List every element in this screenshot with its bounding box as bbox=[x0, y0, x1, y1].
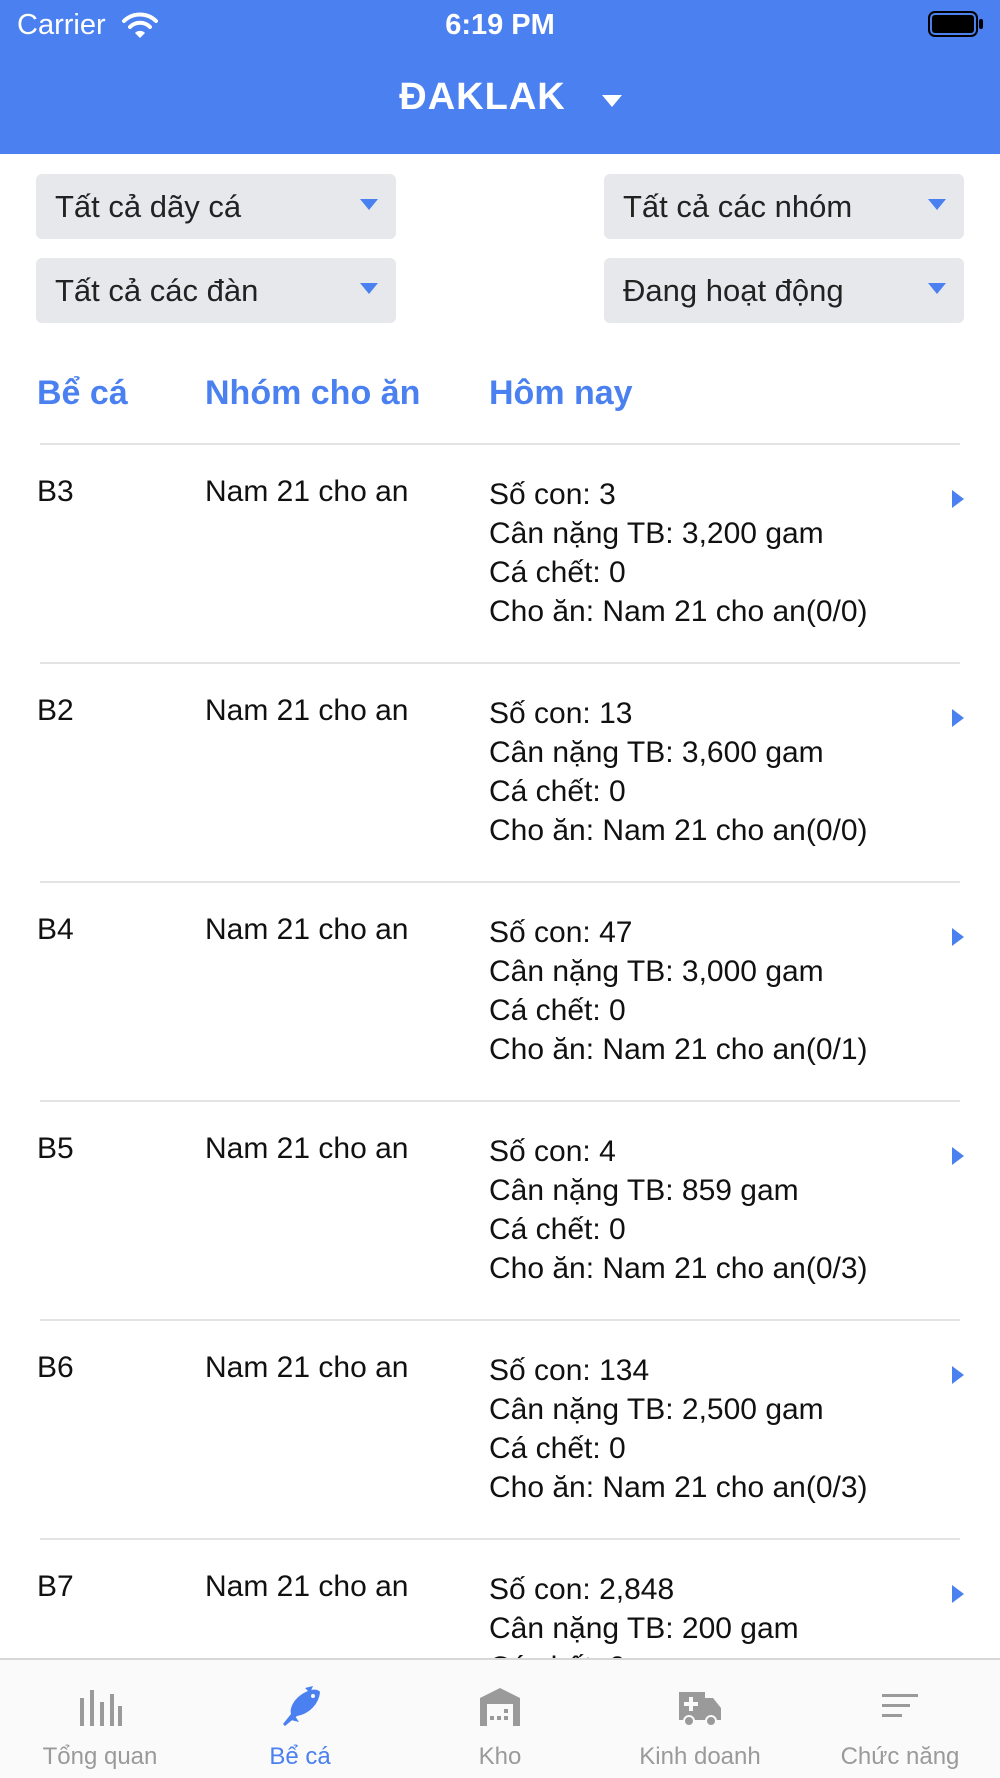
today-summary: Số con: 4 Cân nặng TB: 859 gam Cá chết: … bbox=[489, 1132, 868, 1288]
tank-name: B6 bbox=[37, 1351, 74, 1384]
average-weight: Cân nặng TB: 3,200 gam bbox=[489, 517, 824, 550]
group-filter-label: Tất cả các nhóm bbox=[623, 189, 853, 224]
column-header-tank: Bể cá bbox=[37, 374, 128, 412]
caret-down-icon bbox=[928, 199, 946, 210]
dead-fish: Cá chết: 0 bbox=[489, 1213, 626, 1246]
feeding-status: Cho ăn: Nam 21 cho an(0/1) bbox=[489, 1033, 868, 1066]
average-weight: Cân nặng TB: 3,000 gam bbox=[489, 955, 824, 988]
dead-fish: Cá chết: 0 bbox=[489, 1432, 626, 1465]
today-summary: Số con: 47 Cân nặng TB: 3,000 gam Cá chế… bbox=[489, 913, 868, 1069]
today-summary: Số con: 3 Cân nặng TB: 3,200 gam Cá chết… bbox=[489, 475, 868, 631]
fish-icon bbox=[283, 1686, 320, 1726]
tab-fish-tanks[interactable]: Bể cá bbox=[200, 1660, 400, 1778]
region-selector[interactable]: ĐAKLAK bbox=[0, 76, 1000, 128]
table-row[interactable]: B4 Nam 21 cho an Số con: 47 Cân nặng TB:… bbox=[0, 883, 1000, 1102]
tab-label: Kho bbox=[478, 1743, 522, 1770]
clock: 6:19 PM bbox=[445, 9, 555, 41]
bar-chart-icon bbox=[80, 1690, 122, 1726]
average-weight: Cân nặng TB: 859 gam bbox=[489, 1174, 799, 1207]
tank-name: B2 bbox=[37, 694, 74, 727]
dead-fish: Cá chết: 0 bbox=[489, 775, 626, 808]
feeding-group: Nam 21 cho an bbox=[205, 1132, 409, 1165]
menu-lines-icon bbox=[882, 1694, 918, 1717]
page-title: ĐAKLAK bbox=[399, 76, 566, 118]
feeding-status: Cho ăn: Nam 21 cho an(0/0) bbox=[489, 595, 868, 628]
warehouse-icon bbox=[480, 1688, 520, 1726]
battery-icon bbox=[928, 11, 983, 37]
average-weight: Cân nặng TB: 200 gam bbox=[489, 1612, 799, 1645]
chevron-right-icon bbox=[952, 490, 964, 508]
fish-count: Số con: 4 bbox=[489, 1135, 616, 1168]
caret-down-icon bbox=[928, 283, 946, 294]
dead-fish: Cá chết: 0 bbox=[489, 994, 626, 1027]
feeding-group: Nam 21 cho an bbox=[205, 475, 409, 508]
fish-count: Số con: 47 bbox=[489, 916, 633, 949]
caret-down-icon bbox=[602, 95, 622, 107]
tab-label: Kinh doanh bbox=[639, 1743, 761, 1770]
feeding-status: Cho ăn: Nam 21 cho an(0/3) bbox=[489, 1471, 868, 1504]
tab-overview[interactable]: Tổng quan bbox=[0, 1660, 200, 1778]
chevron-right-icon bbox=[952, 1585, 964, 1603]
bottom-tab-bar: Tổng quan Bể cá Kho Kinh doanh Chức năng bbox=[0, 1658, 1000, 1778]
fish-count: Số con: 3 bbox=[489, 478, 616, 511]
table-row[interactable]: B7 Nam 21 cho an Số con: 2,848 Cân nặng … bbox=[0, 1540, 1000, 1658]
caret-down-icon bbox=[360, 283, 378, 294]
tank-name: B4 bbox=[37, 913, 74, 946]
tank-name: B7 bbox=[37, 1570, 74, 1603]
fish-count: Số con: 13 bbox=[489, 697, 633, 730]
dead-fish: Cá chết: 0 bbox=[489, 556, 626, 589]
feeding-status: Cho ăn: Nam 21 cho an(0/0) bbox=[489, 814, 868, 847]
tank-name: B5 bbox=[37, 1132, 74, 1165]
chevron-right-icon bbox=[952, 709, 964, 727]
dead-fish: Cá chết: 0 bbox=[489, 1648, 799, 1658]
tab-warehouse[interactable]: Kho bbox=[400, 1660, 600, 1778]
average-weight: Cân nặng TB: 2,500 gam bbox=[489, 1393, 824, 1426]
caret-down-icon bbox=[360, 199, 378, 210]
status-filter-label: Đang hoạt động bbox=[623, 273, 844, 308]
app-header: Carrier 6:19 PM ĐAKLAK bbox=[0, 0, 1000, 154]
group-filter[interactable]: Tất cả các nhóm bbox=[604, 174, 964, 239]
column-header-today: Hôm nay bbox=[489, 374, 633, 412]
today-summary: Số con: 134 Cân nặng TB: 2,500 gam Cá ch… bbox=[489, 1351, 868, 1507]
table-row[interactable]: B2 Nam 21 cho an Số con: 13 Cân nặng TB:… bbox=[0, 664, 1000, 883]
fish-line-filter-label: Tất cả dãy cá bbox=[55, 189, 242, 224]
feeding-group: Nam 21 cho an bbox=[205, 1570, 409, 1603]
table-row[interactable]: B6 Nam 21 cho an Số con: 134 Cân nặng TB… bbox=[0, 1321, 1000, 1540]
average-weight: Cân nặng TB: 3,600 gam bbox=[489, 736, 824, 769]
tank-name: B3 bbox=[37, 475, 74, 508]
fish-count: Số con: 134 bbox=[489, 1354, 650, 1387]
chevron-right-icon bbox=[952, 1366, 964, 1384]
chevron-right-icon bbox=[952, 928, 964, 946]
status-bar: Carrier 6:19 PM bbox=[0, 0, 1000, 50]
fish-count: Số con: 2,848 bbox=[489, 1573, 675, 1606]
herd-filter[interactable]: Tất cả các đàn bbox=[36, 258, 396, 323]
herd-filter-label: Tất cả các đàn bbox=[55, 273, 259, 308]
today-summary: Số con: 2,848 Cân nặng TB: 200 gam Cá ch… bbox=[489, 1570, 799, 1658]
feeding-group: Nam 21 cho an bbox=[205, 913, 409, 946]
table-row[interactable]: B3 Nam 21 cho an Số con: 3 Cân nặng TB: … bbox=[0, 445, 1000, 664]
tab-business[interactable]: Kinh doanh bbox=[600, 1660, 800, 1778]
tab-label: Tổng quan bbox=[42, 1743, 158, 1770]
feeding-group: Nam 21 cho an bbox=[205, 1351, 409, 1384]
today-summary: Số con: 13 Cân nặng TB: 3,600 gam Cá chế… bbox=[489, 694, 868, 850]
tab-functions[interactable]: Chức năng bbox=[800, 1660, 1000, 1778]
feeding-status: Cho ăn: Nam 21 cho an(0/3) bbox=[489, 1252, 868, 1285]
ambulance-icon bbox=[679, 1692, 721, 1727]
tab-label: Chức năng bbox=[840, 1743, 960, 1770]
feeding-group: Nam 21 cho an bbox=[205, 694, 409, 727]
column-header-feeding-group: Nhóm cho ăn bbox=[205, 374, 421, 412]
tab-label: Bể cá bbox=[269, 1743, 331, 1770]
status-filter[interactable]: Đang hoạt động bbox=[604, 258, 964, 323]
chevron-right-icon bbox=[952, 1147, 964, 1165]
table-row[interactable]: B5 Nam 21 cho an Số con: 4 Cân nặng TB: … bbox=[0, 1102, 1000, 1321]
fish-line-filter[interactable]: Tất cả dãy cá bbox=[36, 174, 396, 239]
